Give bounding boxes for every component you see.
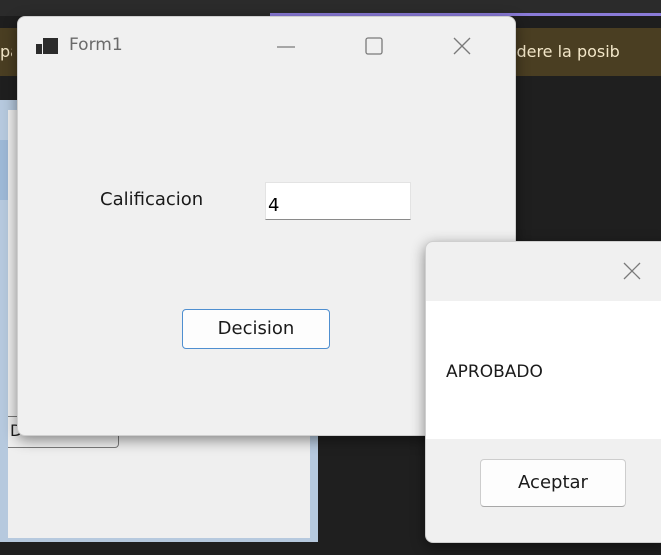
messagebox-close-button[interactable] [612,254,652,288]
maximize-button[interactable] [351,29,397,63]
banner-text-left: pa [0,42,12,61]
aceptar-button[interactable]: Aceptar [480,459,626,507]
calificacion-input[interactable] [265,182,411,220]
calificacion-label: Calificacion [100,189,204,210]
banner-text-right: idere la posib [512,42,620,61]
maximize-icon [365,37,383,55]
close-button[interactable] [439,29,485,63]
close-icon [623,262,641,280]
messagebox-message: APROBADO [446,362,543,382]
close-icon [453,37,471,55]
minimize-icon [277,46,295,48]
message-box: APROBADO Aceptar [425,241,661,543]
form1-title: Form1 [69,35,123,55]
form1-titlebar[interactable]: Form1 [18,17,515,75]
winforms-app-icon [36,38,58,54]
background-top-bar [0,0,661,16]
decision-button[interactable]: Decision [182,309,330,349]
minimize-button[interactable] [263,29,309,63]
